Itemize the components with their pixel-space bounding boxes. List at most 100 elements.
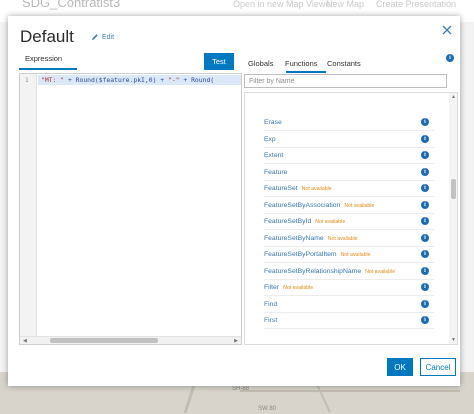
background-link-open-new-map-viewer: Open in new Map Viewer: [233, 0, 334, 9]
function-name[interactable]: Feature: [264, 169, 287, 176]
scroll-up-arrow-icon[interactable]: ▲: [451, 94, 456, 100]
dialog-title: Default: [20, 27, 74, 46]
function-info-button[interactable]: i: [421, 200, 429, 209]
function-info-button[interactable]: i: [421, 167, 429, 176]
close-button[interactable]: [440, 23, 454, 37]
function-name[interactable]: FeatureSetByRelationshipName Not availabl…: [264, 268, 395, 275]
function-list-item[interactable]: FeatureSet Not available i: [245, 181, 449, 197]
not-available-badge: Not available: [365, 268, 396, 275]
function-info-button[interactable]: i: [421, 134, 429, 143]
info-icon: i: [421, 217, 429, 225]
info-icon: i: [421, 151, 429, 159]
function-list-item[interactable]: Find i: [245, 297, 449, 313]
tab-functions[interactable]: Functions: [285, 59, 318, 68]
info-icon: i: [421, 167, 429, 176]
function-list-item[interactable]: FeatureSetByPortalItem Not available i: [245, 247, 449, 263]
tab-expression-underline: [19, 68, 77, 70]
function-info-button[interactable]: i: [421, 233, 429, 242]
edit-link-label: Edit: [102, 33, 115, 41]
info-icon: i: [421, 118, 429, 126]
function-name-text: FeatureSetByPortalItem: [264, 251, 337, 258]
functions-list: ▲ ▼ Erase i Exp i Extent i Feature i FeatureSet N…: [244, 92, 458, 345]
function-name-text: FeatureSetById: [264, 218, 312, 225]
not-available-badge: Not available: [327, 235, 358, 242]
not-available-badge: Not available: [301, 186, 332, 192]
map-road: [240, 390, 460, 392]
background-link-new-map: New Map: [326, 0, 365, 9]
function-name[interactable]: FeatureSetByName Not available: [264, 235, 358, 242]
function-info-button[interactable]: i: [421, 184, 429, 192]
info-icon: i: [421, 200, 429, 209]
function-name-text: Erase: [264, 119, 282, 126]
function-name[interactable]: FeatureSetByAssociation Not available: [264, 202, 374, 209]
function-info-button[interactable]: i: [421, 299, 429, 308]
editor-horizontal-scrollbar[interactable]: ◀ ▶: [20, 336, 241, 344]
info-icon: i: [421, 283, 429, 291]
scroll-down-arrow-icon[interactable]: ▼: [451, 337, 456, 343]
function-list-item[interactable]: Feature i: [245, 165, 449, 181]
function-name[interactable]: FeatureSetByPortalItem Not available: [264, 251, 371, 258]
function-info-button[interactable]: i: [421, 316, 429, 324]
not-available-badge: Not available: [315, 219, 346, 225]
tab-expression[interactable]: Expression: [25, 54, 62, 63]
function-info-button[interactable]: i: [421, 283, 429, 291]
test-button[interactable]: Test: [204, 53, 234, 70]
function-list-item[interactable]: FeatureSetByName Not available i: [245, 231, 449, 247]
function-info-button[interactable]: i: [421, 266, 429, 275]
function-list-item[interactable]: Filter Not available i: [245, 280, 449, 296]
code-string: "-": [167, 76, 180, 84]
filter-by-name-input[interactable]: [244, 74, 447, 88]
function-name-text: Find: [264, 300, 278, 308]
function-list-item[interactable]: Exp i: [245, 132, 449, 148]
function-name[interactable]: FeatureSet Not available: [264, 185, 332, 192]
arcade-expression-dialog: Default Edit Expression Test 1 "MT: " + …: [8, 16, 460, 386]
info-icon: i: [421, 233, 429, 242]
function-name-text: FeatureSetByRelationshipName: [264, 267, 362, 275]
info-icon: i: [421, 299, 429, 308]
function-info-button[interactable]: i: [421, 151, 429, 159]
map-label: SH-88: [232, 386, 250, 392]
function-name[interactable]: Exp: [264, 136, 276, 143]
functions-list-scrollbar[interactable]: ▲ ▼: [449, 93, 457, 344]
help-info-button[interactable]: i: [446, 54, 454, 62]
function-name[interactable]: First: [264, 317, 277, 324]
list-divider: [264, 328, 434, 329]
info-icon: i: [421, 134, 429, 143]
cancel-button[interactable]: Cancel: [420, 358, 456, 376]
function-list-item[interactable]: FeatureSetByAssociation Not available i: [245, 198, 449, 214]
function-name[interactable]: Extent: [264, 152, 283, 159]
code-editor[interactable]: 1 "MT: " + Round($feature.pkI,0) + "-" +…: [19, 73, 242, 345]
not-available-badge: Not available: [340, 252, 371, 258]
scroll-right-arrow-icon[interactable]: ▶: [234, 338, 238, 344]
function-name[interactable]: FeatureSetById Not available: [264, 218, 345, 225]
code-string: "MT: ": [41, 76, 65, 84]
edit-title-link[interactable]: Edit: [91, 33, 114, 41]
tab-constants[interactable]: Constants: [327, 59, 361, 68]
info-icon: i: [421, 250, 429, 258]
function-name[interactable]: Erase: [264, 119, 282, 126]
function-name-text: FeatureSetByAssociation: [264, 201, 341, 209]
function-name-text: Filter: [264, 284, 280, 291]
function-name[interactable]: Find: [264, 301, 277, 308]
function-info-button[interactable]: i: [421, 217, 429, 225]
function-list-item[interactable]: Extent i: [245, 148, 449, 164]
function-info-button[interactable]: i: [421, 250, 429, 258]
vertical-scroll-thumb[interactable]: [451, 179, 456, 199]
not-available-badge: Not available: [344, 202, 375, 209]
function-list-item[interactable]: First i: [245, 313, 449, 329]
function-info-button[interactable]: i: [421, 118, 429, 126]
tab-functions-underline: [286, 71, 326, 73]
function-list-item[interactable]: FeatureSetByRelationshipName Not availabl…: [245, 264, 449, 280]
function-name-text: First: [264, 317, 278, 324]
function-name[interactable]: Filter Not available: [264, 284, 313, 291]
info-icon: i: [421, 266, 429, 275]
editor-gutter: 1: [20, 74, 37, 344]
horizontal-scroll-thumb[interactable]: [50, 338, 158, 343]
code-line[interactable]: "MT: " + Round($feature.pkI,0) + "-" + R…: [38, 75, 241, 85]
ok-button[interactable]: OK: [387, 358, 413, 376]
function-list-item[interactable]: Erase i: [245, 115, 449, 131]
scroll-left-arrow-icon[interactable]: ◀: [23, 338, 27, 344]
pencil-icon: [92, 34, 98, 40]
function-list-item[interactable]: FeatureSetById Not available i: [245, 214, 449, 230]
tab-globals[interactable]: Globals: [248, 59, 273, 68]
